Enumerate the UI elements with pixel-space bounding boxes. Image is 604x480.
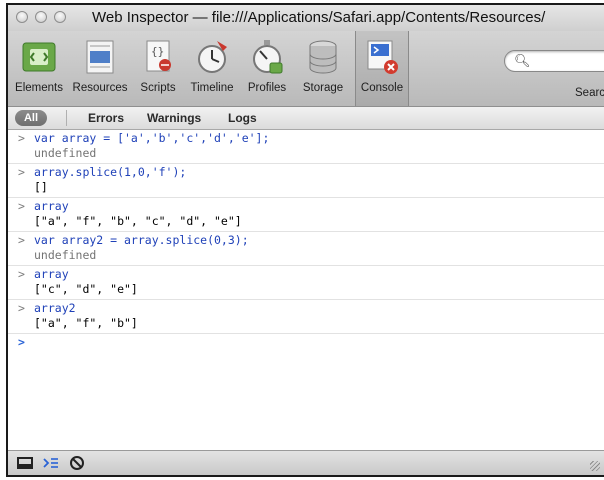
toolbar-profiles-button[interactable]: Profiles (242, 37, 292, 94)
console-result: [] (34, 180, 48, 194)
filter-logs-button[interactable]: Logs (228, 111, 257, 125)
title-bar: Web Inspector — file:///Applications/Saf… (8, 5, 604, 31)
filter-all-button[interactable]: All (15, 110, 47, 126)
console-entry: array.splice(1,0,'f'); [] (8, 164, 604, 198)
toolbar-console-button[interactable]: Console (355, 31, 409, 106)
storage-icon (304, 37, 342, 77)
console-entry: array ["a", "f", "b", "c", "d", "e"] (8, 198, 604, 232)
svg-text:{}: {} (151, 45, 164, 58)
console-result: undefined (34, 146, 97, 160)
toolbar-console-label: Console (360, 82, 404, 94)
toolbar-elements-button[interactable]: Elements (10, 37, 68, 94)
console-command: var array = ['a','b','c','d','e']; (8, 131, 604, 146)
console-entry: array ["c", "d", "e"] (8, 266, 604, 300)
window-title: Web Inspector — file:///Applications/Saf… (92, 9, 546, 26)
toolbar-timeline-button[interactable]: Timeline (184, 37, 240, 94)
toolbar-resources-button[interactable]: Resources (68, 37, 132, 94)
console-icon (363, 37, 401, 77)
dock-toggle-button[interactable] (16, 454, 34, 472)
profiles-icon (248, 37, 286, 77)
dock-window-icon (17, 457, 33, 469)
toolbar-scripts-button[interactable]: {} Scripts (134, 37, 182, 94)
toolbar: Elements Resources {} Scripts Timeline P… (8, 31, 604, 107)
console-result: ["c", "d", "e"] (34, 282, 138, 296)
toolbar-resources-label: Resources (72, 82, 128, 94)
toolbar-elements-label: Elements (15, 82, 63, 94)
resize-grip[interactable] (590, 461, 600, 471)
toolbar-scripts-label: Scripts (140, 82, 176, 94)
minimize-window-button[interactable] (35, 11, 47, 23)
console-filter-bar: All Errors Warnings Logs (8, 107, 604, 130)
prompt-caret: > (18, 335, 25, 349)
toolbar-storage-button[interactable]: Storage (293, 37, 353, 94)
scripts-icon: {} (139, 37, 177, 77)
filter-errors-button[interactable]: Errors (88, 111, 124, 125)
resources-icon (81, 37, 119, 77)
web-inspector-window: Web Inspector — file:///Applications/Saf… (6, 3, 604, 477)
filter-warnings-button[interactable]: Warnings (147, 111, 201, 125)
toolbar-storage-label: Storage (302, 82, 344, 94)
console-entry: var array = ['a','b','c','d','e']; undef… (8, 130, 604, 164)
console-command: array2 (8, 301, 604, 316)
elements-icon (20, 37, 58, 77)
console-entry: var array2 = array.splice(0,3); undefine… (8, 232, 604, 266)
console-result: undefined (34, 248, 97, 262)
timeline-icon (193, 37, 231, 77)
search-input[interactable]: 🔍︎ (504, 50, 604, 72)
console-command: array.splice(1,0,'f'); (8, 165, 604, 180)
clear-icon (70, 456, 84, 470)
status-bar (8, 450, 604, 475)
console-command: array (8, 199, 604, 214)
console-command: array (8, 267, 604, 282)
console-entry: array2 ["a", "f", "b"] (8, 300, 604, 334)
console-result: ["a", "f", "b"] (34, 316, 138, 330)
clear-console-button[interactable] (68, 454, 86, 472)
console-drawer-icon (43, 458, 58, 468)
filter-divider (66, 110, 67, 126)
console-output[interactable]: var array = ['a','b','c','d','e']; undef… (8, 130, 604, 451)
magnifier-search-icon: 🔍︎ (514, 53, 531, 68)
console-result: ["a", "f", "b", "c", "d", "e"] (34, 214, 242, 228)
console-toggle-button[interactable] (42, 454, 60, 472)
zoom-window-button[interactable] (54, 11, 66, 23)
close-window-button[interactable] (16, 11, 28, 23)
toolbar-timeline-label: Timeline (190, 82, 234, 94)
console-command: var array2 = array.splice(0,3); (8, 233, 604, 248)
search-label: Searc (575, 87, 604, 99)
toolbar-profiles-label: Profiles (247, 82, 287, 94)
console-prompt-input[interactable]: > (8, 334, 604, 350)
